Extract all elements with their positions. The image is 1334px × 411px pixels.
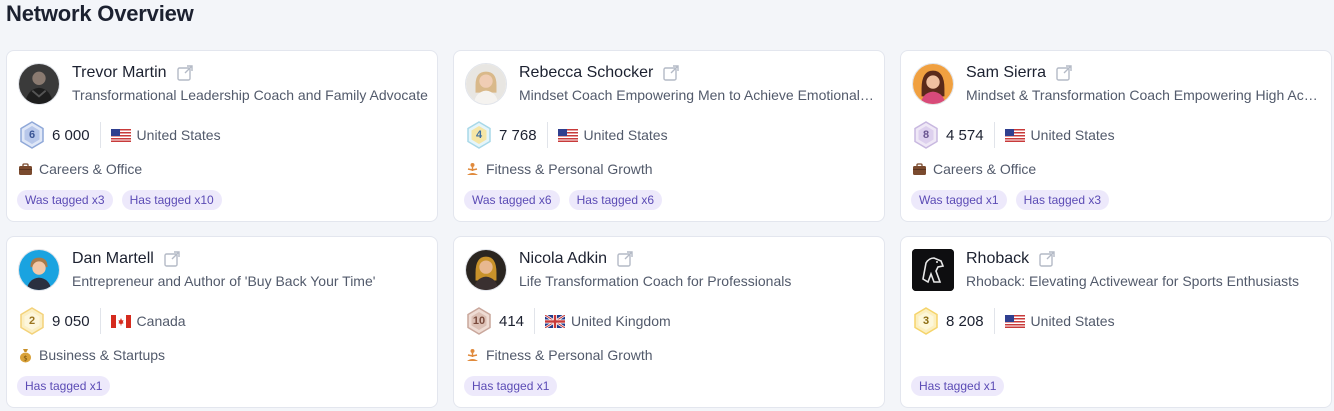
country-label: United States: [1030, 127, 1115, 143]
followers-count: 7 768: [499, 126, 537, 144]
level-badge: 2: [18, 307, 46, 335]
level-badge: 10: [465, 307, 493, 335]
level-badge: 8: [912, 121, 940, 149]
brand-logo[interactable]: [912, 249, 954, 291]
category-label: Fitness & Personal Growth: [486, 347, 653, 363]
profile-card[interactable]: Trevor Martin Transformational Leadershi…: [6, 50, 438, 222]
profile-name[interactable]: Nicola Adkin: [519, 250, 607, 268]
external-link-icon[interactable]: [163, 250, 181, 268]
divider: [534, 308, 536, 334]
country-label: United Kingdom: [571, 313, 671, 329]
uk-flag-icon: [544, 313, 566, 329]
category: Careers & Office: [18, 161, 142, 177]
avatar[interactable]: [912, 63, 954, 105]
followers-count: 414: [499, 312, 525, 330]
tag-was-tagged[interactable]: Was tagged x3: [17, 190, 113, 210]
profile-card[interactable]: Sam Sierra Mindset & Transformation Coac…: [900, 50, 1332, 222]
profile-card[interactable]: Rhoback Rhoback: Elevating Activewear fo…: [900, 236, 1332, 408]
divider: [99, 308, 101, 334]
svg-text:$: $: [23, 354, 27, 362]
profile-card[interactable]: Dan Martell Entrepreneur and Author of '…: [6, 236, 438, 408]
profile-bio: Mindset Coach Empowering Men to Achieve …: [519, 87, 877, 103]
tag-has-tagged[interactable]: Has tagged x1: [17, 376, 111, 396]
tag-has-tagged[interactable]: Has tagged x10: [121, 190, 222, 210]
us-flag-icon: [1004, 314, 1025, 328]
money-bag-icon: $: [18, 348, 33, 363]
avatar[interactable]: [18, 249, 60, 291]
us-flag-icon: [557, 128, 578, 142]
profile-card[interactable]: Nicola Adkin Life Transformation Coach f…: [453, 236, 885, 408]
tag-was-tagged[interactable]: Was tagged x1: [911, 190, 1007, 210]
profile-bio: Mindset & Transformation Coach Empowerin…: [966, 87, 1324, 103]
tag-has-tagged[interactable]: Has tagged x1: [911, 376, 1005, 396]
divider: [546, 122, 548, 148]
profile-name[interactable]: Rhoback: [966, 250, 1029, 268]
category-label: Careers & Office: [933, 161, 1037, 177]
profile-bio: Entrepreneur and Author of 'Buy Back You…: [72, 273, 376, 289]
canada-flag-icon: [110, 314, 131, 328]
divider: [993, 122, 995, 148]
avatar[interactable]: [465, 249, 507, 291]
tag-has-tagged[interactable]: Has tagged x3: [1015, 190, 1109, 210]
profile-bio: Life Transformation Coach for Profession…: [519, 273, 792, 289]
country-label: United States: [136, 127, 221, 143]
avatar[interactable]: [465, 63, 507, 105]
profile-name[interactable]: Dan Martell: [72, 250, 154, 268]
tag-has-tagged[interactable]: Has tagged x6: [568, 190, 662, 210]
page-title: Network Overview: [6, 1, 194, 26]
profile-bio: Rhoback: Elevating Activewear for Sports…: [966, 273, 1300, 289]
profile-name[interactable]: Trevor Martin: [72, 64, 167, 82]
category-label: Fitness & Personal Growth: [486, 161, 653, 177]
followers-count: 9 050: [52, 312, 90, 330]
divider: [99, 122, 101, 148]
profile-name[interactable]: Sam Sierra: [966, 64, 1046, 82]
level-badge: 6: [18, 121, 46, 149]
briefcase-icon: [18, 162, 33, 177]
category-label: Business & Startups: [39, 347, 166, 363]
external-link-icon[interactable]: [662, 64, 680, 82]
avatar[interactable]: [18, 63, 60, 105]
level-badge: 3: [912, 307, 940, 335]
briefcase-icon: [912, 162, 927, 177]
followers-count: 6 000: [52, 126, 90, 144]
category: Fitness & Personal Growth: [465, 347, 653, 363]
category: $ Business & Startups: [18, 347, 165, 363]
profile-card[interactable]: Rebecca Schocker Mindset Coach Empowerin…: [453, 50, 885, 222]
network-cards-grid: Trevor Martin Transformational Leadershi…: [6, 50, 1332, 408]
profile-name[interactable]: Rebecca Schocker: [519, 64, 653, 82]
meditation-icon: [465, 348, 480, 363]
country-label: United States: [1030, 313, 1115, 329]
category: Careers & Office: [912, 161, 1036, 177]
country-label: Canada: [136, 313, 186, 329]
external-link-icon[interactable]: [616, 250, 634, 268]
meditation-icon: [465, 162, 480, 177]
external-link-icon[interactable]: [1055, 64, 1073, 82]
tag-was-tagged[interactable]: Was tagged x6: [464, 190, 560, 210]
level-badge: 4: [465, 121, 493, 149]
followers-count: 8 208: [946, 312, 984, 330]
external-link-icon[interactable]: [176, 64, 194, 82]
followers-count: 4 574: [946, 126, 984, 144]
divider: [993, 308, 995, 334]
us-flag-icon: [1004, 128, 1025, 142]
country-label: United States: [583, 127, 668, 143]
us-flag-icon: [110, 128, 131, 142]
category: Fitness & Personal Growth: [465, 161, 653, 177]
tag-has-tagged[interactable]: Has tagged x1: [464, 376, 558, 396]
profile-bio: Transformational Leadership Coach and Fa…: [72, 87, 428, 103]
category-label: Careers & Office: [39, 161, 143, 177]
external-link-icon[interactable]: [1038, 250, 1056, 268]
